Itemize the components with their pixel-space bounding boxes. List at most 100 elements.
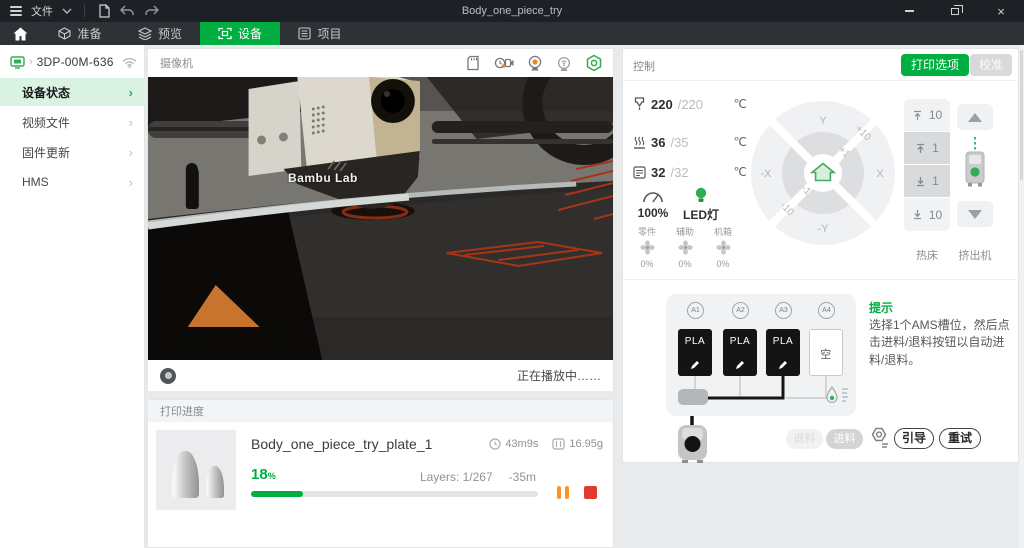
tab-home[interactable] <box>0 22 40 45</box>
bed-up-1-button[interactable]: 1 <box>904 132 950 165</box>
bed-target: /35 <box>670 135 688 150</box>
bambu-studio-device-page: { "titlebar": { "menu_file": "文件", "titl… <box>0 0 1024 548</box>
sidebar-item-hms[interactable]: HMS› <box>0 168 145 196</box>
divider <box>623 279 1020 280</box>
bed-axis-label: 热床 <box>904 247 950 263</box>
tab-preview[interactable]: 预览 <box>120 22 200 45</box>
fan-aux[interactable]: 辅助 0% <box>667 225 703 269</box>
temp-unit: ℃ <box>734 165 747 179</box>
jog-x-minus[interactable]: -X <box>761 168 773 180</box>
divider <box>84 5 85 17</box>
calibrate-button[interactable]: 校准 <box>970 54 1012 76</box>
fan-value: 0% <box>629 259 665 269</box>
nozzle-icon <box>633 97 646 111</box>
tab-label: 项目 <box>317 25 341 42</box>
fan-chamber[interactable]: 机箱 0% <box>705 225 741 269</box>
chevron-right-icon: › <box>129 145 133 160</box>
tab-project[interactable]: 项目 <box>280 22 360 45</box>
extruder-graphic <box>963 135 987 197</box>
print-options-button[interactable]: 打印选项 <box>901 54 969 76</box>
minimize-button[interactable] <box>886 0 932 22</box>
tab-device[interactable]: 设备 <box>200 22 280 45</box>
sidebar-item-label: 设备状态 <box>22 84 129 101</box>
restore-button[interactable] <box>932 0 978 22</box>
pause-button[interactable] <box>553 485 573 500</box>
jog-y-plus[interactable]: Y <box>819 115 827 127</box>
arrow-down-bar-icon <box>915 176 926 187</box>
led-control[interactable]: LED灯 <box>677 187 725 223</box>
sidebar-item-label: HMS <box>22 175 129 189</box>
ams-tip-title: 提示 <box>869 299 893 316</box>
bed-down-1-button[interactable]: 1 <box>904 165 950 198</box>
chamber-current: 32 <box>651 165 665 180</box>
camera-scene <box>148 77 613 360</box>
weight-estimate: 16.95g <box>552 438 603 450</box>
fan-part[interactable]: 零件 0% <box>629 225 665 269</box>
preview-icon <box>138 27 152 40</box>
chamber-target: /32 <box>670 165 688 180</box>
sidebar-item-label: 固件更新 <box>22 144 129 161</box>
load-button[interactable]: 进料 <box>826 429 863 449</box>
camera-title: 摄像机 <box>160 55 193 71</box>
bed-down-10-button[interactable]: 10 <box>904 198 950 231</box>
tab-prepare[interactable]: 准备 <box>40 22 120 45</box>
new-project-icon[interactable] <box>97 4 111 18</box>
z-step-label: 10 <box>929 108 942 122</box>
sidebar-item-video-files[interactable]: 视频文件› <box>0 108 145 136</box>
jog-pad[interactable]: Y -Y X -X +10 +1 -1 -10 <box>749 99 897 247</box>
tab-label: 准备 <box>77 25 101 42</box>
sdcard-icon[interactable] <box>466 55 481 71</box>
speed-control[interactable]: 100% <box>631 189 675 220</box>
time-value: 43m9s <box>505 438 538 450</box>
chevron-down-icon[interactable] <box>62 8 72 14</box>
stop-button[interactable] <box>584 486 597 499</box>
device-selector[interactable]: › 3DP-00M-636 <box>10 55 137 69</box>
z-axis-controls: 10 1 1 10 <box>904 99 950 231</box>
retry-button[interactable]: 重试 <box>939 428 981 449</box>
redo-icon[interactable] <box>144 5 159 17</box>
guide-button[interactable]: 引导 <box>894 428 934 449</box>
tab-label: 设备 <box>238 25 262 42</box>
jog-y-minus[interactable]: -Y <box>818 223 830 235</box>
humidity-icon <box>827 387 848 403</box>
undo-icon[interactable] <box>120 5 135 17</box>
file-menu[interactable]: 文件 <box>31 3 53 19</box>
fan-icon <box>640 240 655 255</box>
chevron-right-icon: › <box>129 85 133 100</box>
print-progress-panel: 打印进度 Body_one_piece_try_plate_1 43m9s 16… <box>147 399 614 548</box>
chevron-right-icon: › <box>29 56 33 68</box>
record-toggle-button[interactable] <box>160 368 176 384</box>
stream-status: 正在播放中…… <box>517 367 601 384</box>
extruder-down-button[interactable] <box>957 201 993 227</box>
jog-x-plus[interactable]: X <box>876 168 884 180</box>
print-progress-header: 打印进度 <box>148 400 613 422</box>
camera-settings-icon[interactable] <box>585 54 603 72</box>
ams-settings-icon[interactable] <box>866 426 891 451</box>
camera-panel: 摄像机 <box>147 48 614 391</box>
bed-up-10-button[interactable]: 10 <box>904 99 950 132</box>
chamber-temp-row[interactable]: 32 /32 ℃ <box>633 163 747 181</box>
sidebar-item-firmware-update[interactable]: 固件更新› <box>0 138 145 166</box>
nozzle-temp-row[interactable]: 220 /220 ℃ <box>633 95 747 113</box>
weight-value: 16.95g <box>569 438 603 450</box>
unload-button[interactable]: 退料 <box>786 429 823 449</box>
bed-temp-row[interactable]: 36 /35 ℃ <box>633 133 747 151</box>
arrow-down-bar-icon <box>912 209 923 220</box>
divider <box>623 80 1020 81</box>
camera-feed[interactable]: Bambu Lab <box>148 77 613 360</box>
streaming-camera-icon[interactable] <box>556 55 572 72</box>
timelapse-icon[interactable] <box>494 55 514 71</box>
hamburger-menu-icon[interactable] <box>10 6 22 16</box>
home-icon <box>13 27 28 41</box>
layers-count: Layers: 1/267 <box>420 470 493 484</box>
bed-current: 36 <box>651 135 665 150</box>
extruder-up-button[interactable] <box>957 104 993 130</box>
close-button[interactable]: × <box>978 0 1024 22</box>
sidebar-item-device-status[interactable]: 设备状态› <box>0 78 145 106</box>
print-file-name: Body_one_piece_try_plate_1 <box>251 436 432 452</box>
recording-camera-icon[interactable] <box>527 55 543 72</box>
time-remaining: -35m <box>509 470 536 484</box>
scrollbar-thumb[interactable] <box>1020 50 1023 180</box>
chamber-icon <box>633 166 646 179</box>
arrow-up-bar-icon <box>912 110 923 121</box>
